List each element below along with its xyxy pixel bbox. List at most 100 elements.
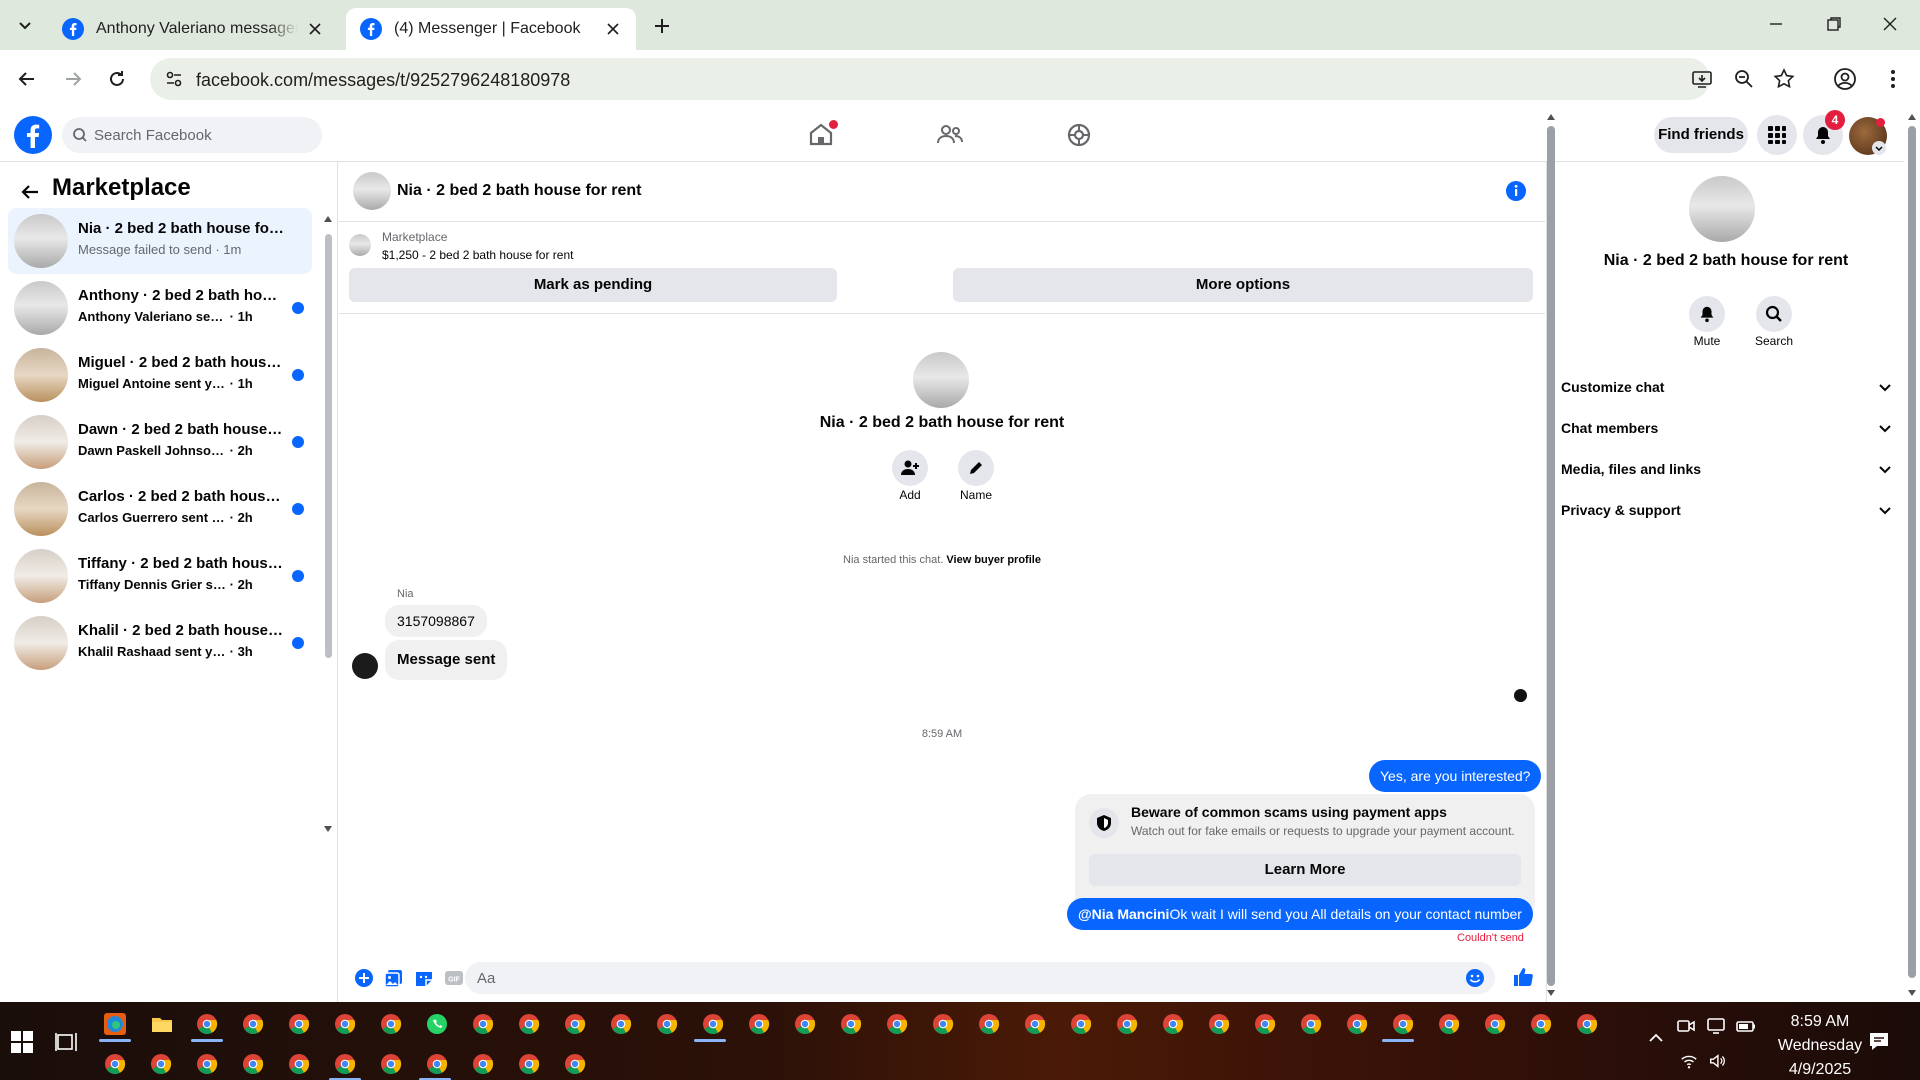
chrome-app-icon[interactable] xyxy=(794,1013,816,1035)
outgoing-message[interactable]: Yes, are you interested? xyxy=(1369,760,1542,792)
chrome-app-icon[interactable] xyxy=(656,1013,678,1035)
menu-button[interactable] xyxy=(1757,115,1797,155)
view-buyer-profile-link[interactable]: View buyer profile xyxy=(946,554,1041,566)
chat-avatar[interactable] xyxy=(353,172,391,210)
forward-arrow-icon[interactable] xyxy=(60,66,86,92)
chrome-app-icon[interactable] xyxy=(334,1013,356,1035)
chrome-app-icon[interactable] xyxy=(840,1013,862,1035)
learn-more-button[interactable]: Learn More xyxy=(1089,854,1521,886)
listing-thumbnail[interactable] xyxy=(349,234,371,256)
chrome-app-icon[interactable] xyxy=(1208,1013,1230,1035)
address-bar[interactable]: facebook.com/messages/t/9252796248180978 xyxy=(150,58,1795,100)
chrome-app-icon[interactable] xyxy=(380,1053,402,1075)
whatsapp-app-icon[interactable] xyxy=(426,1013,448,1035)
sender-avatar[interactable] xyxy=(352,653,378,679)
chrome-app-icon[interactable] xyxy=(334,1053,356,1075)
file-explorer-icon[interactable] xyxy=(151,1013,173,1035)
chrome-app-icon[interactable] xyxy=(886,1013,908,1035)
chrome-app-icon[interactable] xyxy=(196,1053,218,1075)
chrome-app-icon[interactable] xyxy=(748,1013,770,1035)
windows-start-icon[interactable] xyxy=(10,1030,34,1054)
friends-icon[interactable] xyxy=(935,120,965,150)
close-tab-icon[interactable] xyxy=(306,20,324,38)
chrome-app-icon[interactable] xyxy=(1254,1013,1276,1035)
close-tab-icon[interactable] xyxy=(604,20,622,38)
chrome-app-icon[interactable] xyxy=(564,1013,586,1035)
chrome-app-icon[interactable] xyxy=(288,1013,310,1035)
chrome-app-icon[interactable] xyxy=(1346,1013,1368,1035)
notification-center-icon[interactable] xyxy=(1868,1030,1890,1052)
account-chevron-icon[interactable] xyxy=(1872,141,1886,155)
back-arrow-icon[interactable] xyxy=(18,180,42,204)
chrome-app-icon[interactable] xyxy=(1438,1013,1460,1035)
zoom-icon[interactable] xyxy=(1732,67,1756,91)
thumbs-up-icon[interactable] xyxy=(1511,965,1535,989)
site-info-icon[interactable] xyxy=(162,67,186,91)
chrome-app-icon[interactable] xyxy=(288,1053,310,1075)
page-scroll-thumb[interactable] xyxy=(1908,126,1916,978)
section-privacy-support[interactable]: Privacy & support xyxy=(1561,493,1893,527)
listing-title[interactable]: $1,250 - 2 bed 2 bath house for rent xyxy=(382,248,573,262)
browser-tab-messenger[interactable]: (4) Messenger | Facebook xyxy=(346,8,636,50)
chrome-app-icon[interactable] xyxy=(1300,1013,1322,1035)
add-people-button[interactable] xyxy=(892,450,928,486)
chrome-app-icon[interactable] xyxy=(1116,1013,1138,1035)
chrome-app-icon[interactable] xyxy=(380,1013,402,1035)
chrome-app-icon[interactable] xyxy=(104,1053,126,1075)
browser-tab-anthony[interactable]: Anthony Valeriano messaged you xyxy=(48,8,338,50)
chrome-app-icon[interactable] xyxy=(610,1013,632,1035)
tab-search-button[interactable] xyxy=(10,12,40,38)
section-customize-chat[interactable]: Customize chat xyxy=(1561,370,1893,404)
chrome-app-icon[interactable] xyxy=(1070,1013,1092,1035)
message-input[interactable]: Aa xyxy=(465,962,1495,994)
more-options-button[interactable]: More options xyxy=(953,268,1533,302)
outgoing-failed-message[interactable]: @Nia ManciniOk wait I will send you All … xyxy=(1067,898,1533,930)
incoming-message[interactable]: 3157098867 xyxy=(385,605,487,637)
facebook-search-input[interactable]: Search Facebook xyxy=(62,117,322,153)
volume-icon[interactable] xyxy=(1708,1052,1726,1070)
restore-icon[interactable] xyxy=(1822,12,1846,36)
chrome-app-icon[interactable] xyxy=(426,1053,448,1075)
conversation-item[interactable]: Nia · 2 bed 2 bath house for rent Messag… xyxy=(8,208,312,274)
gaming-icon[interactable] xyxy=(1064,120,1094,150)
sticker-icon[interactable] xyxy=(413,967,435,989)
photo-icon[interactable] xyxy=(383,967,405,989)
gif-icon[interactable]: GIF xyxy=(443,967,465,989)
conversation-item[interactable]: Anthony · 2 bed 2 bath house for rent An… xyxy=(8,275,312,341)
reload-icon[interactable] xyxy=(104,66,130,92)
chrome-app-icon[interactable] xyxy=(932,1013,954,1035)
emoji-icon[interactable] xyxy=(1465,968,1485,988)
close-window-icon[interactable] xyxy=(1878,12,1902,36)
taskbar-clock[interactable]: 8:59 AM Wednesday 4/9/2025 xyxy=(1760,1010,1880,1080)
chrome-app-icon[interactable] xyxy=(1530,1013,1552,1035)
chrome-app-icon[interactable] xyxy=(518,1053,540,1075)
chrome-app-icon[interactable] xyxy=(150,1053,172,1075)
browser-menu-icon[interactable] xyxy=(1880,66,1906,92)
info-icon[interactable] xyxy=(1505,180,1527,202)
display-share-icon[interactable] xyxy=(1706,1016,1726,1036)
mark-as-pending-button[interactable]: Mark as pending xyxy=(349,268,837,302)
scroll-down-icon[interactable] xyxy=(323,824,333,834)
search-in-chat-button[interactable] xyxy=(1756,296,1792,332)
chrome-app-icon[interactable] xyxy=(1576,1013,1598,1035)
scroll-down-icon[interactable] xyxy=(1907,988,1917,998)
chrome-app-icon[interactable] xyxy=(702,1013,724,1035)
scroll-up-icon[interactable] xyxy=(1907,112,1917,122)
conversation-item[interactable]: Carlos · 2 bed 2 bath house for rent Car… xyxy=(8,476,312,542)
profile-icon[interactable] xyxy=(1832,66,1858,92)
battery-icon[interactable] xyxy=(1736,1016,1756,1036)
sidebar-scrollbar[interactable] xyxy=(322,212,334,838)
plus-circle-icon[interactable] xyxy=(353,967,375,989)
chrome-app-icon[interactable] xyxy=(242,1013,264,1035)
new-tab-plus-icon[interactable] xyxy=(650,14,674,38)
meet-now-icon[interactable] xyxy=(1676,1016,1696,1036)
scroll-up-icon[interactable] xyxy=(1546,112,1556,122)
conversation-item[interactable]: Tiffany · 2 bed 2 bath house for rent Ti… xyxy=(8,543,312,609)
back-arrow-icon[interactable] xyxy=(14,66,40,92)
chrome-app-icon[interactable] xyxy=(518,1013,540,1035)
facebook-logo-icon[interactable] xyxy=(14,116,52,154)
section-chat-members[interactable]: Chat members xyxy=(1561,411,1893,445)
chrome-app-icon[interactable] xyxy=(1484,1013,1506,1035)
wifi-icon[interactable] xyxy=(1680,1052,1698,1070)
chrome-app-icon[interactable] xyxy=(564,1053,586,1075)
